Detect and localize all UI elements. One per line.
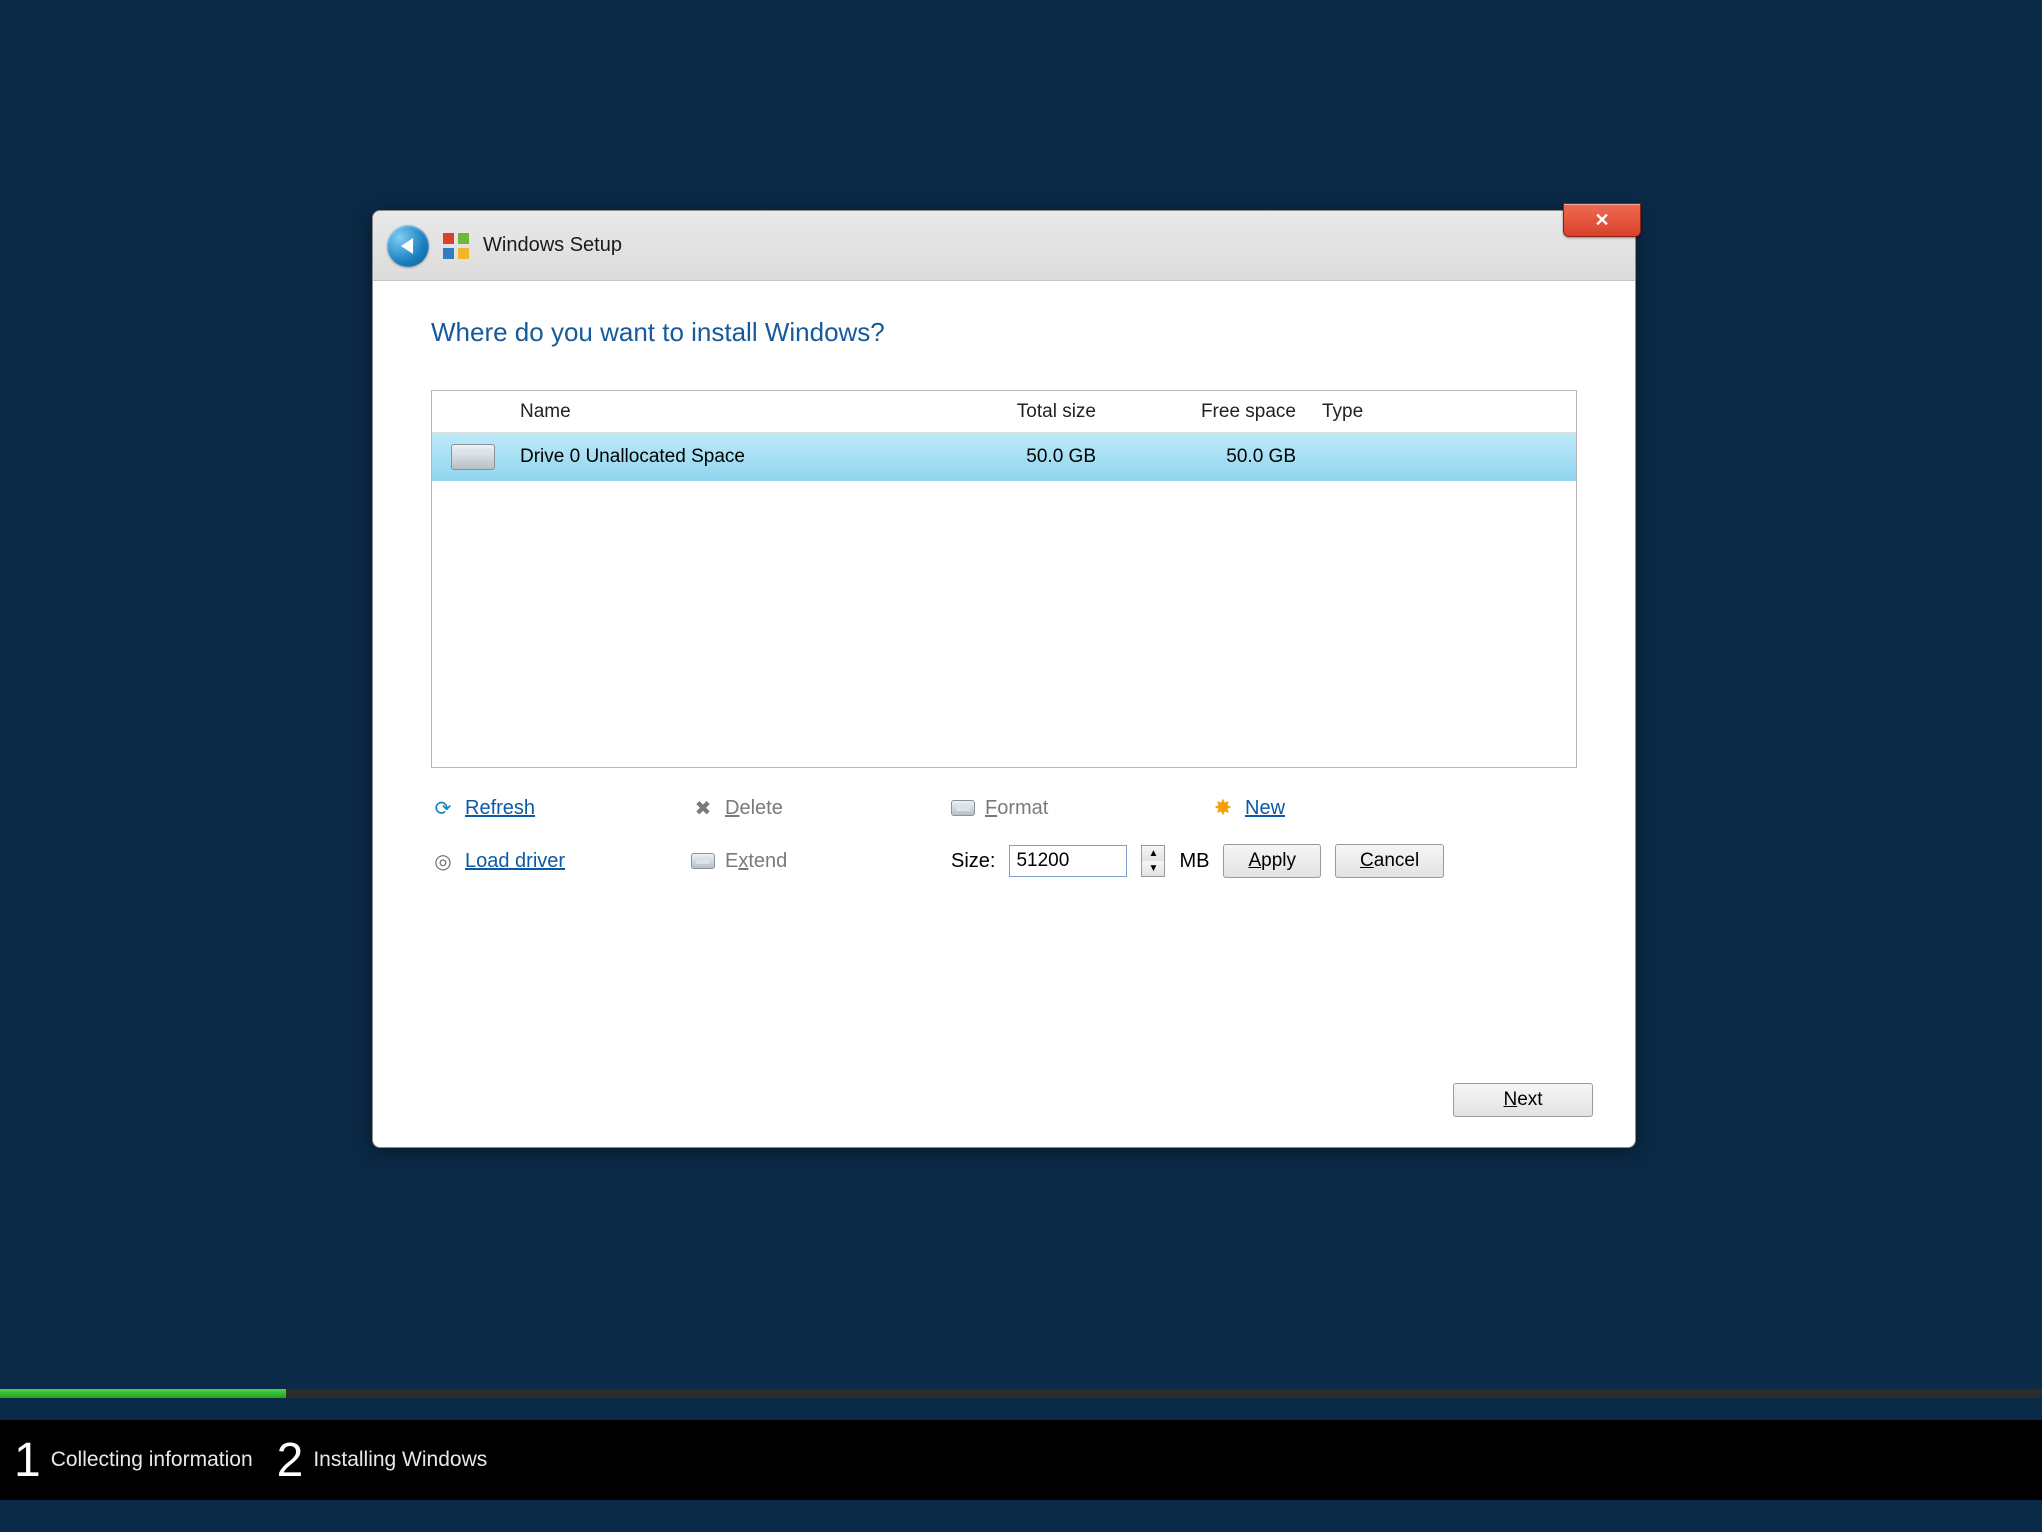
back-button[interactable]: [387, 225, 429, 267]
disk-row[interactable]: Drive 0 Unallocated Space 50.0 GB 50.0 G…: [432, 433, 1576, 481]
refresh-icon: ⟳: [431, 796, 455, 820]
drive-icon: [451, 444, 495, 470]
load-driver-icon: ◎: [431, 849, 455, 873]
extend-link: Extend: [691, 844, 951, 878]
close-button[interactable]: ✕: [1563, 203, 1641, 237]
load-driver-link[interactable]: ◎ Load driver: [431, 844, 691, 878]
actions-grid: ⟳ Refresh ✖ Delete Format ✸ New ◎ Load d…: [431, 796, 1577, 878]
size-row: Size: ▲ ▼ MB Apply Cancel: [951, 844, 1577, 878]
new-icon: ✸: [1211, 796, 1235, 820]
back-arrow-icon: [401, 238, 413, 254]
titlebar: Windows Setup: [373, 211, 1635, 281]
refresh-label-rest: efresh: [479, 797, 535, 819]
format-link: Format: [951, 796, 1211, 820]
step-1: 1 Collecting information: [14, 1433, 253, 1488]
step-2: 2 Installing Windows: [277, 1433, 488, 1488]
steps-bar: 1 Collecting information 2 Installing Wi…: [0, 1420, 2042, 1500]
apply-button[interactable]: Apply: [1223, 844, 1321, 878]
disk-list: Name Total size Free space Type Drive 0 …: [431, 390, 1577, 768]
disk-row-total: 50.0 GB: [924, 446, 1114, 468]
size-label: Size:: [951, 850, 995, 873]
step-2-label: Installing Windows: [313, 1448, 487, 1472]
refresh-link[interactable]: ⟳ Refresh: [431, 796, 691, 820]
delete-link: ✖ Delete: [691, 796, 951, 820]
disk-row-name: Drive 0 Unallocated Space: [514, 446, 924, 468]
col-free: Free space: [1114, 401, 1314, 423]
disk-row-free: 50.0 GB: [1114, 446, 1314, 468]
progress-fill: [0, 1389, 286, 1398]
size-unit: MB: [1179, 850, 1209, 873]
step-1-num: 1: [14, 1433, 41, 1488]
new-link[interactable]: ✸ New: [1211, 796, 1577, 820]
progress-track: [0, 1388, 2042, 1398]
close-icon: ✕: [1594, 211, 1609, 229]
next-button[interactable]: Next: [1453, 1083, 1593, 1117]
size-spin-up[interactable]: ▲: [1142, 846, 1164, 861]
windows-logo-icon: [443, 233, 469, 259]
size-input[interactable]: [1009, 845, 1127, 877]
col-name: Name: [514, 401, 924, 423]
size-spin-down[interactable]: ▼: [1142, 861, 1164, 876]
window-title: Windows Setup: [483, 234, 622, 257]
delete-icon: ✖: [691, 796, 715, 820]
step-1-label: Collecting information: [51, 1448, 253, 1472]
col-total: Total size: [924, 401, 1114, 423]
extend-icon: [691, 849, 715, 873]
step-2-num: 2: [277, 1433, 304, 1488]
cancel-button[interactable]: Cancel: [1335, 844, 1444, 878]
size-spinner[interactable]: ▲ ▼: [1141, 845, 1165, 877]
format-icon: [951, 796, 975, 820]
disk-list-header: Name Total size Free space Type: [432, 391, 1576, 433]
progress-rest: [286, 1389, 2042, 1398]
page-heading: Where do you want to install Windows?: [431, 317, 1577, 348]
col-type: Type: [1314, 401, 1576, 423]
windows-setup-window: ✕ Windows Setup Where do you want to ins…: [372, 210, 1636, 1148]
